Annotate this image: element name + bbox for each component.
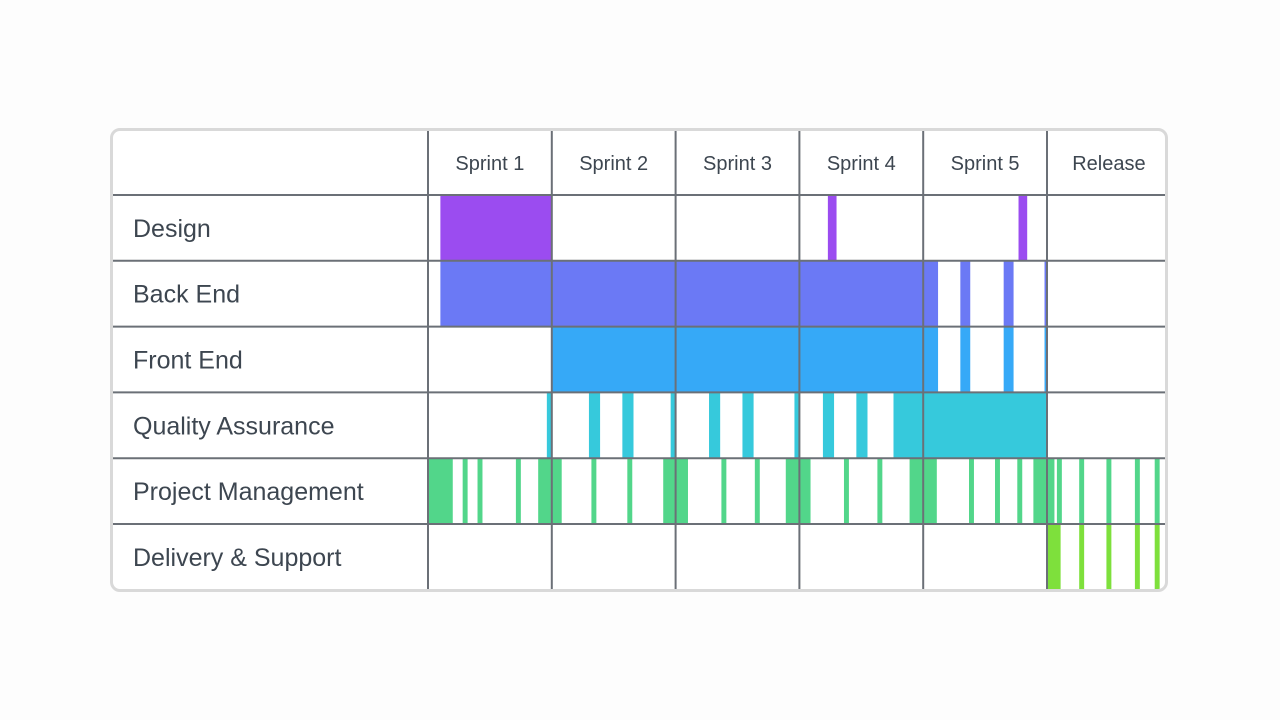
bar-project-management-10 xyxy=(785,458,811,524)
bar-quality-assurance-9 xyxy=(893,392,1047,459)
bar-quality-assurance-4 xyxy=(709,392,721,459)
bar-quality-assurance-2 xyxy=(622,392,634,459)
row-label: Project Management xyxy=(133,478,364,506)
column-header: Sprint 5 xyxy=(951,153,1020,175)
bar-project-management-17 xyxy=(1033,458,1055,524)
gantt-chart-frame: Sprint 1 Sprint 2 Sprint 3 Sprint 4 Sprint 5… xyxy=(110,128,1168,592)
bar-project-management-6 xyxy=(627,458,633,524)
bar-back-end-0 xyxy=(440,260,939,327)
row-label: Delivery & Support xyxy=(133,544,341,572)
bar-delivery-support-2 xyxy=(1106,524,1112,589)
row-label: Design xyxy=(133,215,211,243)
bar-back-end-1 xyxy=(960,260,971,327)
bar-front-end-2 xyxy=(1003,326,1014,393)
bar-project-management-0 xyxy=(428,458,453,524)
bar-project-management-14 xyxy=(969,458,974,524)
bar-design-1 xyxy=(827,195,837,261)
bar-project-management-2 xyxy=(477,458,483,524)
bar-quality-assurance-7 xyxy=(822,392,835,459)
bar-quality-assurance-5 xyxy=(742,392,754,459)
bar-project-management-16 xyxy=(1017,458,1023,524)
row-label: Quality Assurance xyxy=(133,412,335,440)
bar-delivery-support-4 xyxy=(1154,524,1160,589)
bar-project-management-9 xyxy=(754,458,760,524)
bar-project-management-11 xyxy=(843,458,849,524)
bar-design-2 xyxy=(1018,195,1028,261)
column-header: Sprint 1 xyxy=(455,153,524,175)
gantt-chart: Sprint 1 Sprint 2 Sprint 3 Sprint 4 Sprint 5… xyxy=(113,131,1165,589)
bar-project-management-21 xyxy=(1134,458,1140,524)
bar-quality-assurance-1 xyxy=(588,392,601,459)
bar-project-management-20 xyxy=(1106,458,1112,524)
bar-front-end-0 xyxy=(551,326,939,393)
bar-project-management-18 xyxy=(1056,458,1062,524)
bar-project-management-15 xyxy=(995,458,1000,524)
bar-front-end-1 xyxy=(960,326,971,393)
bar-project-management-8 xyxy=(721,458,727,524)
bar-project-management-3 xyxy=(515,458,521,524)
bar-delivery-support-3 xyxy=(1134,524,1140,589)
row-labels: Design Back End Front End Quality Assurance… xyxy=(133,215,364,572)
bar-project-management-12 xyxy=(877,458,883,524)
column-header: Sprint 2 xyxy=(579,153,648,175)
bar-delivery-support-1 xyxy=(1079,524,1085,589)
column-header: Sprint 4 xyxy=(827,153,896,175)
bar-project-management-22 xyxy=(1154,458,1160,524)
bar-project-management-1 xyxy=(462,458,468,524)
bar-back-end-2 xyxy=(1003,260,1014,327)
row-label: Front End xyxy=(133,347,243,375)
bar-project-management-19 xyxy=(1079,458,1085,524)
row-label: Back End xyxy=(133,281,240,309)
bar-delivery-support-0 xyxy=(1047,524,1061,589)
bar-project-management-5 xyxy=(591,458,597,524)
column-headers: Sprint 1 Sprint 2 Sprint 3 Sprint 4 Sprint 5… xyxy=(455,153,1145,175)
bar-design-0 xyxy=(440,195,552,261)
column-header: Release xyxy=(1072,153,1145,175)
bar-quality-assurance-8 xyxy=(856,392,868,459)
column-header: Sprint 3 xyxy=(703,153,772,175)
bar-project-management-4 xyxy=(538,458,562,524)
